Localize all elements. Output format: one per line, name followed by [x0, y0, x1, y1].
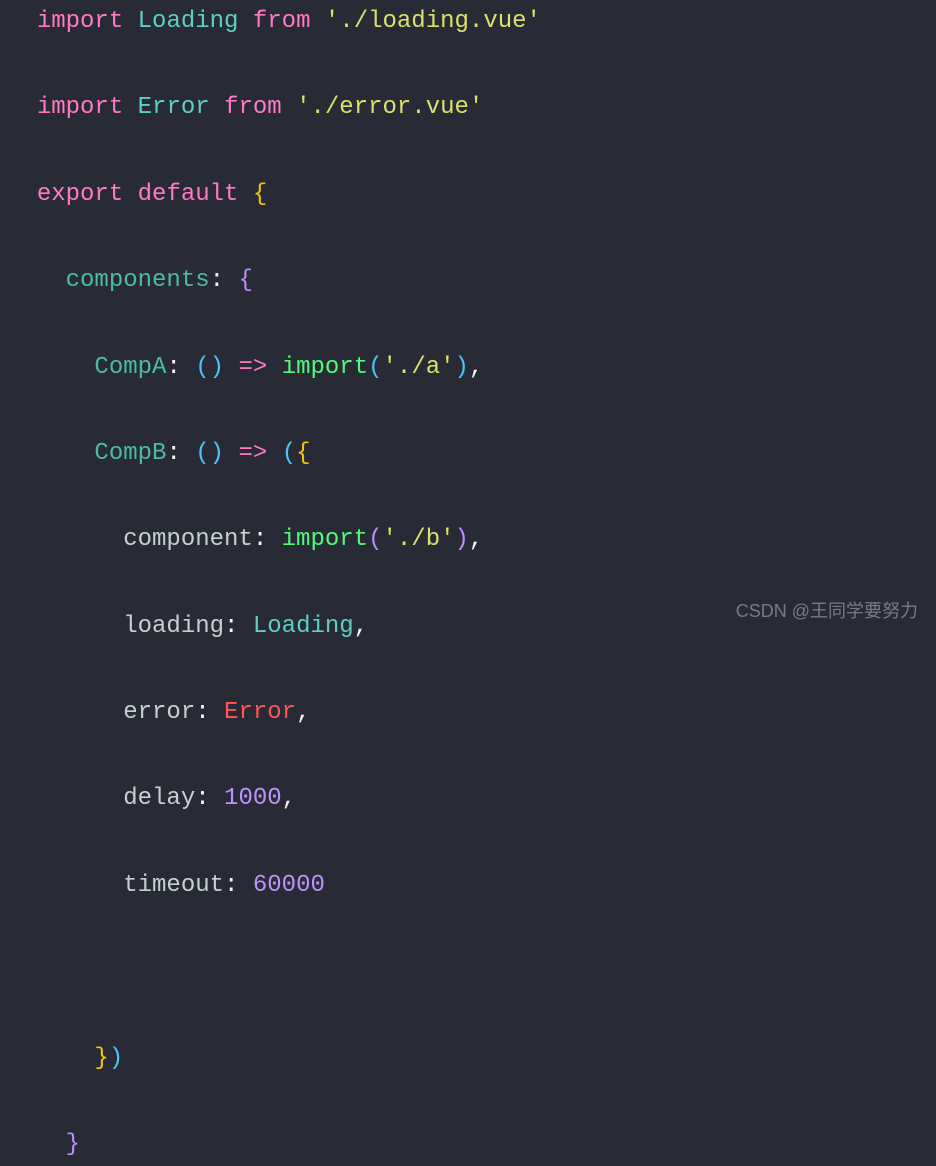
paren-close: ) [455, 526, 469, 553]
keyword-from: from [253, 8, 311, 35]
arrow-function: => [238, 354, 267, 381]
code-line: components: { [8, 259, 936, 302]
keyword-export: export [37, 181, 123, 208]
string-literal: './loading.vue' [325, 8, 541, 35]
code-line: import Loading from './loading.vue' [8, 0, 936, 43]
identifier-error-ref: Error [224, 699, 296, 726]
string-literal: './a' [383, 354, 455, 381]
property-components: components [66, 267, 210, 294]
code-line: CompB: () => ({ [8, 432, 936, 475]
property-compa: CompA [94, 354, 166, 381]
paren-close: ) [109, 1045, 123, 1072]
keyword-import: import [37, 8, 123, 35]
colon: : [166, 440, 180, 467]
comma: , [282, 785, 296, 812]
property-compb: CompB [94, 440, 166, 467]
brace-open: { [253, 181, 267, 208]
string-literal: './error.vue' [296, 94, 483, 121]
identifier-error: Error [138, 94, 210, 121]
paren-open: ( [195, 440, 209, 467]
code-line: export default { [8, 173, 936, 216]
number-literal: 60000 [253, 872, 325, 899]
comma: , [354, 613, 368, 640]
code-line: component: import('./b'), [8, 518, 936, 561]
property-delay: delay [123, 785, 195, 812]
keyword-import: import [37, 94, 123, 121]
property-timeout: timeout [123, 872, 224, 899]
import-call: import [282, 526, 368, 553]
brace-close: } [94, 1045, 108, 1072]
colon: : [224, 613, 238, 640]
comma: , [469, 354, 483, 381]
property-component: component [123, 526, 253, 553]
code-line: }) [8, 1037, 936, 1080]
comma: , [296, 699, 310, 726]
brace-open: { [296, 440, 310, 467]
number-literal: 1000 [224, 785, 282, 812]
colon: : [195, 699, 209, 726]
colon: : [166, 354, 180, 381]
code-line: delay: 1000, [8, 777, 936, 820]
paren-close: ) [455, 354, 469, 381]
code-line: timeout: 60000 [8, 864, 936, 907]
code-editor[interactable]: import Loading from './loading.vue' impo… [0, 0, 936, 1166]
paren-close: ) [210, 354, 224, 381]
colon: : [253, 526, 267, 553]
watermark-text: CSDN @王同学要努力 [736, 595, 918, 627]
paren-open: ( [368, 354, 382, 381]
import-call: import [282, 354, 368, 381]
comma: , [469, 526, 483, 553]
brace-open: { [238, 267, 252, 294]
colon: : [224, 872, 238, 899]
paren-open: ( [368, 526, 382, 553]
paren-open: ( [195, 354, 209, 381]
code-line: error: Error, [8, 691, 936, 734]
colon: : [210, 267, 224, 294]
property-loading: loading [123, 613, 224, 640]
code-block: import Loading from './loading.vue' impo… [8, 0, 936, 1166]
string-literal: './b' [382, 526, 454, 553]
paren-open: ( [282, 440, 296, 467]
identifier-loading-ref: Loading [253, 613, 354, 640]
code-line: } [8, 1123, 936, 1166]
keyword-from: from [224, 94, 282, 121]
code-line: CompA: () => import('./a'), [8, 346, 936, 389]
property-error: error [123, 699, 195, 726]
keyword-default: default [138, 181, 239, 208]
colon: : [195, 785, 209, 812]
arrow-function: => [238, 440, 267, 467]
code-line: import Error from './error.vue' [8, 86, 936, 129]
brace-close: } [66, 1131, 80, 1158]
paren-close: ) [210, 440, 224, 467]
identifier-loading: Loading [138, 8, 239, 35]
code-line [8, 950, 936, 993]
